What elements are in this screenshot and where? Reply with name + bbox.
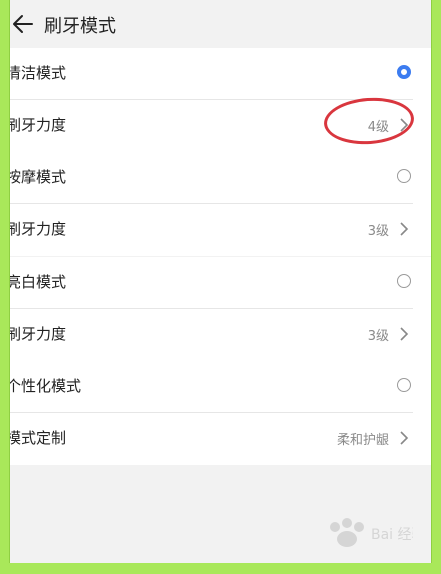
chevron-right-icon	[400, 222, 409, 236]
radio-unselected-icon[interactable]	[397, 169, 411, 183]
mode-name: 清洁模式	[9, 64, 67, 82]
setting-value: 3级	[367, 329, 389, 344]
svg-text:Bai 经验: Bai 经验	[371, 527, 413, 543]
mode-group-massage: 按摩模式 刷牙力度 3级	[10, 152, 431, 256]
setting-value: 柔和护龈	[336, 433, 389, 448]
mode-name: 个性化模式	[9, 377, 82, 395]
setting-row-strength[interactable]: 刷牙力度 3级	[10, 309, 431, 361]
mode-row-whitening[interactable]: 亮白模式	[10, 257, 431, 309]
setting-row-custom[interactable]: 模式定制 柔和护龈	[10, 413, 431, 465]
page-title: 刷牙模式	[44, 16, 116, 37]
radio-unselected-icon[interactable]	[397, 274, 411, 288]
back-arrow-icon[interactable]	[12, 13, 34, 35]
mode-group-whitening: 亮白模式 刷牙力度 3级	[10, 257, 431, 361]
baidu-watermark-icon: Bai 经验	[330, 518, 413, 547]
radio-selected-icon[interactable]	[397, 65, 411, 79]
mode-group-custom: 个性化模式 模式定制 柔和护龈	[10, 361, 431, 465]
mode-name: 亮白模式	[9, 273, 67, 291]
setting-label: 刷牙力度	[9, 116, 67, 134]
chevron-right-icon	[400, 431, 409, 445]
mode-row-custom[interactable]: 个性化模式	[10, 361, 431, 413]
setting-value: 3级	[367, 224, 389, 239]
setting-row-strength[interactable]: 刷牙力度 3级	[10, 204, 431, 256]
app-header: 刷牙模式	[10, 0, 431, 52]
chevron-right-icon	[400, 327, 409, 341]
setting-label: 模式定制	[9, 429, 67, 447]
mode-row-massage[interactable]: 按摩模式	[10, 152, 431, 204]
radio-unselected-icon[interactable]	[397, 378, 411, 392]
mode-row-clean[interactable]: 清洁模式	[10, 48, 431, 100]
setting-label: 刷牙力度	[9, 220, 67, 238]
setting-label: 刷牙力度	[9, 325, 67, 343]
phone-screen: 刷牙模式 清洁模式 刷牙力度 4级 按摩模式 刷牙力度 3级 亮白模式 刷牙力度…	[9, 0, 432, 563]
mode-name: 按摩模式	[9, 168, 67, 186]
